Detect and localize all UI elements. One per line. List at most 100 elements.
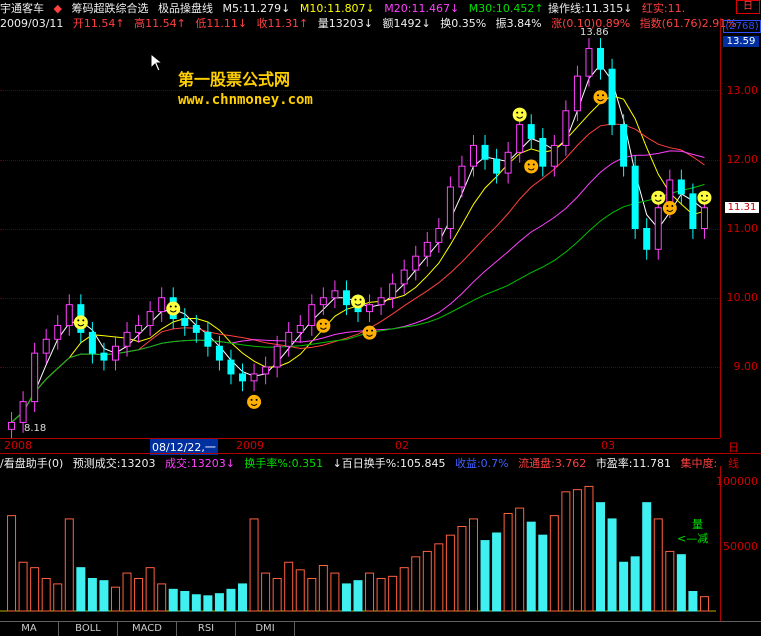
smiley-icon bbox=[697, 190, 712, 205]
volume-bar bbox=[122, 572, 132, 612]
volume-bar bbox=[388, 575, 398, 612]
quote-row: 2009/03/11 开11.54↑ 高11.54↑ 低11.11↓ 收11.3… bbox=[0, 15, 743, 31]
volume-bar bbox=[110, 586, 120, 612]
candle-body bbox=[250, 373, 258, 382]
volume-bar bbox=[480, 540, 490, 612]
candle-body bbox=[204, 331, 212, 347]
price-label: 12.00 bbox=[726, 153, 759, 166]
price-chart[interactable] bbox=[0, 30, 720, 438]
tab-macd[interactable]: MACD bbox=[118, 622, 177, 636]
volume-bar bbox=[318, 565, 328, 612]
candle-body bbox=[158, 297, 166, 313]
candle-body bbox=[493, 158, 501, 174]
sub-indicator[interactable]: 极品操盘线 bbox=[158, 2, 213, 15]
tab-rsi[interactable]: RSI bbox=[177, 622, 236, 636]
volume-bar bbox=[584, 485, 594, 612]
date-label: 03 bbox=[601, 439, 615, 452]
period-button[interactable]: 日 bbox=[736, 0, 760, 14]
candle-body bbox=[100, 352, 108, 361]
volume-bar bbox=[411, 556, 421, 612]
candle-body bbox=[504, 151, 512, 174]
candle-body bbox=[319, 297, 327, 306]
volume-bar bbox=[7, 515, 17, 612]
candle-body bbox=[366, 304, 374, 313]
date-label: 2009 bbox=[236, 439, 264, 452]
volume-bar bbox=[526, 521, 536, 612]
volume-bar bbox=[99, 580, 109, 612]
volume-bar bbox=[596, 502, 606, 612]
price-label: 10.00 bbox=[726, 291, 759, 304]
smiley-icon bbox=[351, 294, 365, 309]
ma5-value: M5:11.279↓ bbox=[222, 2, 291, 15]
ma-line-3 bbox=[11, 150, 705, 423]
candle-body bbox=[677, 179, 685, 195]
ma-line-1 bbox=[11, 95, 705, 423]
smiley-icon bbox=[662, 201, 677, 216]
candle-body bbox=[331, 290, 339, 299]
candle-body bbox=[262, 366, 270, 375]
tab-dmi[interactable]: DMI bbox=[236, 622, 295, 636]
volume-bar bbox=[399, 567, 409, 612]
candle-body bbox=[19, 401, 27, 423]
candle-body bbox=[42, 338, 50, 354]
smiley-icon bbox=[362, 325, 377, 340]
candle-body bbox=[573, 75, 581, 112]
tab-ma[interactable]: MA bbox=[0, 622, 59, 636]
volume-bar bbox=[630, 556, 640, 612]
volume-bar bbox=[676, 554, 686, 612]
tab-boll[interactable]: BOLL bbox=[59, 622, 118, 636]
candle-body bbox=[146, 311, 154, 326]
volume-bar bbox=[18, 561, 28, 612]
current-price-tag: 11.31 bbox=[725, 202, 759, 213]
price-axis: (2768) 13.59 13.00 12.00 11.00 10.00 9.0… bbox=[720, 18, 761, 438]
ma-line-2 bbox=[11, 123, 705, 423]
stock-name[interactable]: 宇通客车 bbox=[0, 2, 44, 15]
candle-body bbox=[400, 269, 408, 285]
candle-body bbox=[539, 137, 547, 167]
smiley-icon bbox=[651, 190, 666, 205]
ma30-value: M30:10.452↑ bbox=[468, 2, 544, 15]
volume-bar bbox=[180, 591, 190, 612]
quote-low: 低11.11↓ bbox=[195, 17, 248, 30]
volume-bar bbox=[307, 578, 317, 612]
candle-body bbox=[585, 47, 593, 77]
volume-axis-label: 100000 bbox=[716, 475, 758, 488]
candle-body bbox=[239, 373, 247, 382]
code-box: (2768) bbox=[723, 20, 761, 33]
indicator-name[interactable]: 筹码超跌综合选 bbox=[71, 2, 148, 15]
smiley-icon bbox=[316, 318, 331, 333]
top-value: 13.59 bbox=[723, 36, 759, 47]
candle-body bbox=[423, 241, 431, 257]
candle-body bbox=[123, 331, 131, 347]
smiley-icon bbox=[512, 107, 527, 122]
volume-bar bbox=[619, 561, 629, 612]
candle-body bbox=[412, 255, 420, 271]
volume-chart[interactable] bbox=[0, 466, 720, 621]
candle-body bbox=[273, 345, 281, 368]
candle-body bbox=[192, 324, 200, 333]
volume-bar bbox=[76, 567, 86, 612]
candle-body bbox=[215, 345, 223, 361]
candle-body bbox=[181, 318, 189, 326]
candle-body bbox=[377, 297, 385, 306]
price-label: 9.00 bbox=[733, 360, 759, 373]
volume-bar bbox=[642, 502, 652, 612]
volume-bar bbox=[538, 534, 548, 612]
candle-body bbox=[88, 331, 96, 354]
candle-body bbox=[135, 324, 143, 333]
quote-amplitude: 振3.84% bbox=[495, 17, 542, 30]
volume-bar bbox=[688, 591, 698, 612]
candle-body bbox=[562, 110, 570, 146]
quote-close: 收11.31↑ bbox=[256, 17, 309, 30]
date-label: 02 bbox=[395, 439, 409, 452]
volume-legend-down: <—减 bbox=[677, 532, 709, 545]
volume-bar bbox=[191, 594, 201, 612]
arrow-icon: ◆ bbox=[53, 2, 62, 15]
volume-bar bbox=[238, 583, 248, 612]
volume-bar bbox=[492, 532, 502, 612]
volume-bar bbox=[295, 569, 305, 612]
volume-bar bbox=[515, 507, 525, 612]
volume-bar bbox=[134, 578, 144, 612]
volume-bar bbox=[214, 593, 224, 612]
low-marker: 8.18 bbox=[24, 423, 47, 434]
